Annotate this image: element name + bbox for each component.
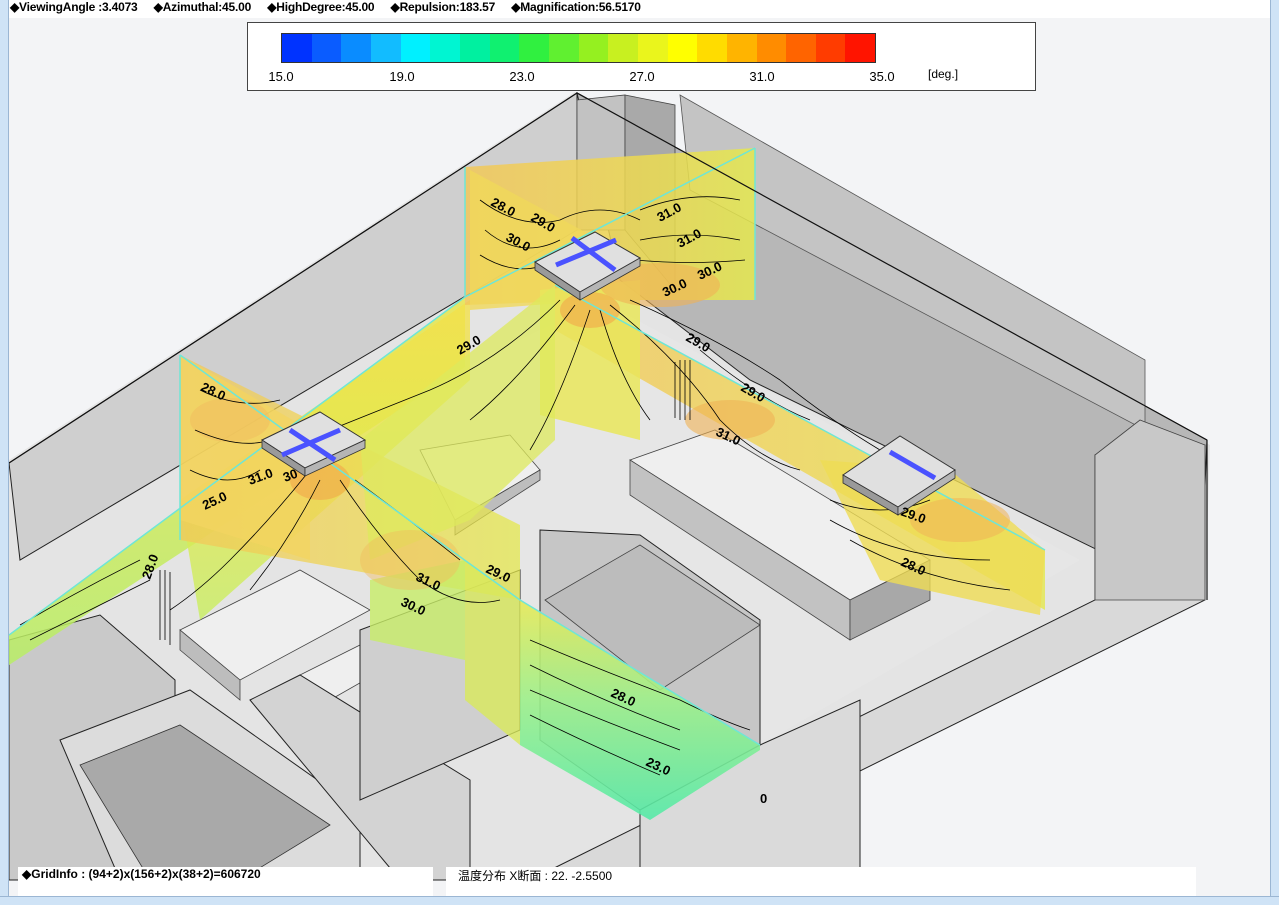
legend-tick: 35.0: [869, 69, 895, 84]
section-info-status: 温度分布 X断面 : 22. -2.5500: [446, 867, 1196, 896]
legend-color-cell: [637, 34, 668, 62]
legend-color-cell: [400, 34, 431, 62]
legend-tick: 19.0: [389, 69, 415, 84]
legend-color-cell: [845, 34, 876, 62]
grid-info-status: ◆GridInfo : (94+2)x(156+2)x(38+2)=606720: [18, 867, 433, 896]
legend-color-cell: [578, 34, 609, 62]
legend-color-cell: [341, 34, 371, 62]
window-frame-bottom: [0, 896, 1279, 905]
temperature-legend: 15.0 19.0 23.0 27.0 31.0 35.0 [deg.]: [247, 22, 1036, 91]
legend-color-bar: [281, 33, 876, 63]
window-frame-left: [0, 0, 9, 905]
legend-color-cell: [430, 34, 460, 62]
legend-color-cell: [608, 34, 638, 62]
azimuthal-readout: ◆Azimuthal:45.00: [153, 0, 252, 14]
legend-color-cell: [667, 34, 698, 62]
3d-viewport[interactable]: 28.0 29.0 30.0 31.0 31.0 30.0 30.0 29.0 29.0 29.0…: [9, 18, 1270, 896]
high-degree-readout: ◆HighDegree:45.00: [267, 0, 375, 14]
magnification-readout: ◆Magnification:56.5170: [511, 0, 641, 14]
view-parameters-bar: ◆ViewingAngle :3.4073 ◆Azimuthal:45.00 ◆…: [10, 0, 654, 14]
contour-label: 0: [760, 791, 767, 806]
legend-color-cell: [697, 34, 727, 62]
legend-color-cell: [815, 34, 846, 62]
legend-color-cell: [519, 34, 549, 62]
legend-tick: 15.0: [268, 69, 294, 84]
viewing-angle-readout: ◆ViewingAngle :3.4073: [10, 0, 138, 14]
legend-tick: 27.0: [629, 69, 655, 84]
legend-color-cell: [311, 34, 342, 62]
repulsion-readout: ◆Repulsion:183.57: [390, 0, 496, 14]
legend-tick: 23.0: [509, 69, 535, 84]
legend-tick: 31.0: [749, 69, 775, 84]
legend-unit: [deg.]: [928, 67, 959, 81]
legend-color-cell: [489, 34, 520, 62]
window-frame-right: [1270, 0, 1279, 905]
application-window: ◆ViewingAngle :3.4073 ◆Azimuthal:45.00 ◆…: [0, 0, 1279, 905]
legend-color-cell: [370, 34, 401, 62]
legend-color-cell: [548, 34, 579, 62]
legend-color-cell: [786, 34, 816, 62]
legend-color-cell: [726, 34, 757, 62]
legend-color-cell: [459, 34, 490, 62]
legend-color-cell: [756, 34, 787, 62]
legend-color-cell: [282, 34, 312, 62]
room-scene: 28.029.030.031.031.030.030.029.0 29.029.0…: [9, 18, 1270, 896]
